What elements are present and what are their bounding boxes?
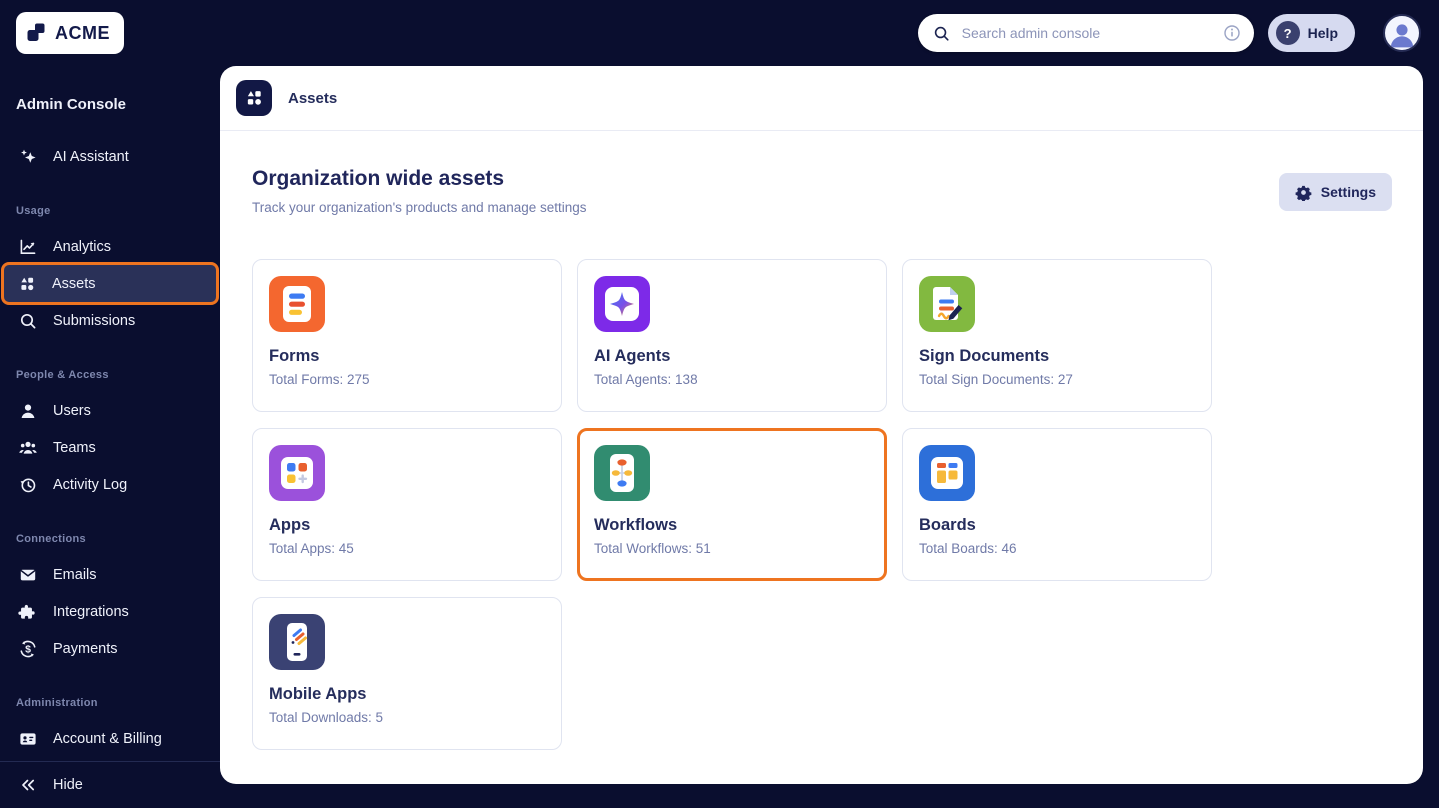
sidebar-item-payments[interactable]: $ Payments [2, 630, 218, 667]
card-title: Apps [269, 516, 311, 534]
asset-cards-grid: Forms Total Forms: 275 AI Agents Total A… [252, 259, 1391, 750]
card-title: Workflows [594, 516, 678, 534]
sidebar-item-assets[interactable]: Assets [1, 262, 219, 305]
sidebar-item-account-billing[interactable]: Account & Billing [2, 720, 218, 757]
sidebar-item-ai-assistant[interactable]: AI Assistant [2, 138, 218, 175]
envelope-icon [18, 565, 38, 585]
ai-agents-icon [594, 276, 650, 332]
assets-icon [236, 80, 272, 116]
sidebar-section-usage: Usage [16, 205, 51, 217]
page-title: Organization wide assets [252, 167, 505, 190]
sidebar-section-connections: Connections [16, 533, 86, 545]
card-title: AI Agents [594, 347, 671, 365]
topbar: ACME ? Help [0, 0, 1439, 66]
card-title: Mobile Apps [269, 685, 367, 703]
question-circle-icon: ? [1275, 21, 1300, 45]
card-stat: Total Forms: 275 [269, 372, 370, 387]
forms-icon [269, 276, 325, 332]
sidebar-section-administration: Administration [16, 697, 98, 709]
page-subtitle: Track your organization's products and m… [252, 200, 587, 215]
sidebar-item-label: Analytics [53, 238, 112, 255]
sparkles-icon [18, 147, 38, 167]
card-title: Forms [269, 347, 320, 365]
sidebar-item-submissions[interactable]: Submissions [2, 302, 218, 339]
sidebar-item-emails[interactable]: Emails [2, 556, 218, 593]
page-content: Organization wide assets Track your orga… [220, 131, 1423, 750]
sidebar-item-label: Activity Log [53, 476, 128, 493]
asset-card-boards[interactable]: Boards Total Boards: 46 [902, 428, 1212, 581]
admin-search-bar[interactable] [917, 14, 1254, 52]
sidebar-item-label: Assets [52, 275, 96, 292]
sidebar-item-activity-log[interactable]: Activity Log [2, 466, 218, 503]
mobile-apps-icon [269, 614, 325, 670]
card-stat: Total Downloads: 5 [269, 710, 384, 725]
boards-icon [919, 445, 975, 501]
sidebar-item-label: Teams [53, 439, 96, 456]
help-button-label: Help [1307, 25, 1338, 41]
card-title: Sign Documents [919, 347, 1050, 365]
card-stat: Total Workflows: 51 [594, 541, 711, 556]
gear-icon [1295, 184, 1312, 201]
page-header: Assets [220, 66, 1423, 131]
acme-logo-text: ACME [55, 22, 110, 43]
sidebar-item-label: Integrations [53, 603, 129, 620]
asset-card-forms[interactable]: Forms Total Forms: 275 [252, 259, 562, 412]
search-icon [932, 24, 951, 43]
sidebar-hide-button[interactable]: Hide [2, 766, 218, 803]
sidebar-footer: Hide [0, 761, 220, 808]
card-stat: Total Apps: 45 [269, 541, 354, 556]
asset-card-apps[interactable]: Apps Total Apps: 45 [252, 428, 562, 581]
dollar-refresh-icon: $ [18, 639, 38, 659]
acme-logo[interactable]: ACME [16, 12, 124, 54]
user-avatar[interactable] [1383, 14, 1421, 52]
sidebar-item-analytics[interactable]: Analytics [2, 228, 218, 265]
user-icon [18, 401, 38, 421]
help-button[interactable]: ? Help [1267, 14, 1355, 52]
sidebar-hide-label: Hide [53, 776, 83, 793]
sign-documents-icon [919, 276, 975, 332]
assets-icon [17, 274, 37, 294]
card-stat: Total Sign Documents: 27 [919, 372, 1073, 387]
asset-card-sign-documents[interactable]: Sign Documents Total Sign Documents: 27 [902, 259, 1212, 412]
sidebar-section-people-access: People & Access [16, 369, 109, 381]
sidebar-item-label: Emails [53, 566, 97, 583]
analytics-icon [18, 237, 38, 257]
sidebar-item-label: AI Assistant [53, 148, 129, 165]
card-title: Boards [919, 516, 976, 534]
sidebar-nav: AI Assistant Usage Analytics Assets Subm… [0, 114, 220, 757]
sidebar-item-teams[interactable]: Teams [2, 429, 218, 466]
asset-card-workflows[interactable]: Workflows Total Workflows: 51 [577, 428, 887, 581]
info-icon[interactable] [1222, 23, 1242, 43]
sidebar-item-label: Submissions [53, 312, 136, 329]
asset-card-mobile-apps[interactable]: Mobile Apps Total Downloads: 5 [252, 597, 562, 750]
user-avatar-icon [1385, 16, 1419, 50]
sidebar-item-label: Account & Billing [53, 730, 162, 747]
search-icon [18, 311, 38, 331]
sidebar-title: Admin Console [16, 96, 127, 113]
sidebar-item-integrations[interactable]: Integrations [2, 593, 218, 630]
double-chevron-left-icon [18, 775, 38, 795]
puzzle-icon [18, 602, 38, 622]
sidebar-item-label: Payments [53, 640, 118, 657]
card-stat: Total Boards: 46 [919, 541, 1017, 556]
svg-text:$: $ [25, 643, 31, 655]
asset-card-ai-agents[interactable]: AI Agents Total Agents: 138 [577, 259, 887, 412]
settings-button[interactable]: Settings [1278, 173, 1392, 211]
settings-button-label: Settings [1320, 184, 1376, 200]
sidebar-item-users[interactable]: Users [2, 392, 218, 429]
teams-icon [18, 438, 38, 458]
main-panel: Assets Organization wide assets Track yo… [220, 66, 1423, 784]
sidebar: Admin Console AI Assistant Usage Analyti… [0, 66, 220, 808]
sidebar-item-label: Users [53, 402, 91, 419]
id-card-icon [18, 729, 38, 749]
card-stat: Total Agents: 138 [594, 372, 698, 387]
workflows-icon [594, 445, 650, 501]
apps-icon [269, 445, 325, 501]
acme-logo-mark [26, 22, 48, 44]
page-header-title: Assets [288, 89, 338, 107]
activity-clock-icon [18, 475, 38, 495]
search-input[interactable] [959, 24, 1213, 42]
